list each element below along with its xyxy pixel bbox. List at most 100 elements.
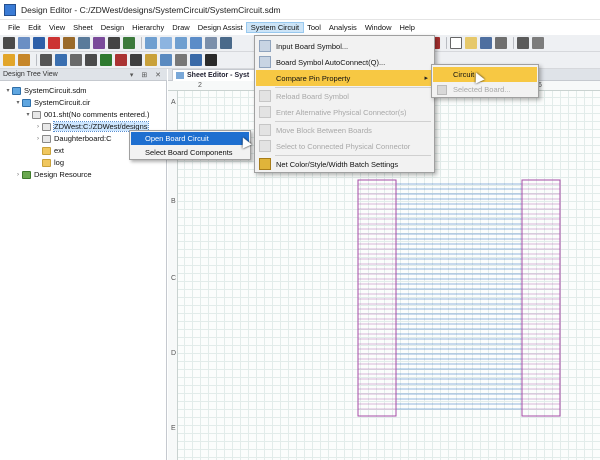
tree-node-daughterboard[interactable]: › Daughterboard:C <box>34 133 112 144</box>
board-symbols-drawing[interactable] <box>356 174 566 420</box>
system-circuit-menu: Input Board Symbol... Board Symbol AutoC… <box>254 35 435 173</box>
ground-tool-icon[interactable] <box>123 37 135 49</box>
menu-sheet[interactable]: Sheet <box>69 23 97 32</box>
menu-hierarchy[interactable]: Hierarchy <box>128 23 168 32</box>
pointer-tool-icon[interactable] <box>3 37 15 49</box>
print-icon[interactable] <box>517 37 529 49</box>
design-file-icon <box>12 86 21 95</box>
zoom-tool-icon[interactable] <box>33 37 45 49</box>
tree-node-label: SystemCircuit.cir <box>34 98 91 107</box>
folder-icon <box>42 158 51 167</box>
net-list-icon[interactable] <box>130 54 142 66</box>
submenu-arrow-icon: ▸ <box>424 75 428 82</box>
board-symbol-autoconnect-item[interactable]: Board Symbol AutoConnect(Q)... <box>256 54 433 70</box>
tree-node-label: Daughterboard:C <box>54 134 112 143</box>
submenu-item-label: Selected Board... <box>453 85 511 94</box>
circuit-file-icon <box>22 98 31 107</box>
block-icon[interactable] <box>40 54 52 66</box>
app-icon <box>4 3 16 16</box>
tree-node-label: ext <box>54 146 65 155</box>
info-icon[interactable] <box>190 54 202 66</box>
attribute-icon[interactable] <box>85 54 97 66</box>
folder-icon[interactable] <box>145 54 157 66</box>
window-icon[interactable] <box>190 37 202 49</box>
board-icon <box>42 134 51 143</box>
menu-item-label: Compare Pin Property <box>276 73 351 83</box>
row-label: D <box>171 350 177 357</box>
compare-circuit-item[interactable]: Circuit <box>433 67 537 82</box>
column-label: 2 <box>198 82 202 89</box>
pin-tool-icon[interactable] <box>108 37 120 49</box>
save-icon[interactable] <box>480 37 492 49</box>
export-icon[interactable] <box>160 54 172 66</box>
menu-draw[interactable]: Draw <box>168 23 194 32</box>
menu-window[interactable]: Window <box>361 23 396 32</box>
left-board-symbol[interactable] <box>357 179 397 417</box>
reload-board-symbol-item: Reload Board Symbol <box>256 88 433 104</box>
open-file-icon[interactable] <box>465 37 477 49</box>
library-icon[interactable] <box>18 54 30 66</box>
tree-node-cir[interactable]: ▾ SystemCircuit.cir <box>14 97 90 108</box>
preview-icon[interactable] <box>532 37 544 49</box>
expand-icon[interactable]: ▾ <box>4 87 12 94</box>
menu-item-label: Input Board Symbol... <box>276 41 349 51</box>
net-tool-icon[interactable] <box>48 37 60 49</box>
menu-view[interactable]: View <box>45 23 69 32</box>
pane-controls[interactable]: ▾ ⊞ ✕ <box>130 71 167 79</box>
menu-design-assist[interactable]: Design Assist <box>194 23 247 32</box>
layout-icon[interactable] <box>160 37 172 49</box>
move-block-item: Move Block Between Boards <box>256 122 433 138</box>
symbol-icon[interactable] <box>205 37 217 49</box>
design-tree-title: Design Tree View <box>3 71 58 78</box>
expand-icon[interactable]: › <box>14 172 22 178</box>
expand-icon[interactable]: › <box>34 136 42 142</box>
menu-bar: File Edit View Sheet Design Hierarchy Dr… <box>0 20 600 35</box>
pen-tool-icon[interactable] <box>63 37 75 49</box>
expand-icon[interactable]: ▾ <box>14 99 22 106</box>
tree-node-label: SystemCircuit.sdm <box>24 86 87 95</box>
tree-node-log[interactable]: log <box>34 157 64 168</box>
tree-node-sdm[interactable]: ▾ SystemCircuit.sdm <box>4 85 87 96</box>
bus-tool-icon[interactable] <box>78 37 90 49</box>
tree-node-ext[interactable]: ext <box>34 145 64 156</box>
property-icon[interactable] <box>70 54 82 66</box>
error-icon[interactable] <box>115 54 127 66</box>
frame-icon[interactable] <box>175 37 187 49</box>
tree-node-label: log <box>54 158 65 167</box>
check-icon[interactable] <box>100 54 112 66</box>
input-board-symbol-item[interactable]: Input Board Symbol... <box>256 38 433 54</box>
net-batch-settings-item[interactable]: Net Color/Style/Width Batch Settings <box>256 156 433 172</box>
design-tree-header: Design Tree View ▾ ⊞ ✕ <box>0 69 167 81</box>
menu-edit[interactable]: Edit <box>24 23 45 32</box>
open-board-circuit-item[interactable]: Open Board Circuit <box>131 132 249 145</box>
select-tool-icon[interactable] <box>18 37 30 49</box>
tree-node-sheet[interactable]: ▾ 001.sht(No comments entered.) <box>24 109 149 120</box>
row-label: E <box>171 425 176 432</box>
select-board-components-item[interactable]: Select Board Components <box>131 146 249 159</box>
connector-icon[interactable] <box>55 54 67 66</box>
expand-icon[interactable]: › <box>34 124 42 130</box>
sheet-icon <box>32 110 41 119</box>
right-board-symbol[interactable] <box>521 179 561 417</box>
menu-tool[interactable]: Tool <box>303 23 325 32</box>
component-icon[interactable] <box>3 54 15 66</box>
help-icon[interactable] <box>205 54 217 66</box>
menu-file[interactable]: File <box>4 23 24 32</box>
board-icon[interactable] <box>220 37 232 49</box>
menu-system-circuit[interactable]: System Circuit <box>245 22 305 33</box>
toolbar-separator <box>513 37 514 49</box>
tree-node-design-resource[interactable]: › Design Resource <box>14 169 92 180</box>
new-file-icon[interactable] <box>450 37 462 49</box>
menu-design[interactable]: Design <box>97 23 128 32</box>
grid-icon[interactable] <box>145 37 157 49</box>
compare-pin-property-item[interactable]: Compare Pin Property ▸ <box>256 70 433 86</box>
menu-analysis[interactable]: Analysis <box>325 23 361 32</box>
save-all-icon[interactable] <box>495 37 507 49</box>
label-tool-icon[interactable] <box>93 37 105 49</box>
settings-icon[interactable] <box>175 54 187 66</box>
compare-selected-board-item: Selected Board... <box>433 82 537 97</box>
menu-help[interactable]: Help <box>396 23 419 32</box>
expand-icon[interactable]: ▾ <box>24 111 32 118</box>
window-title: Design Editor - C:/ZDWest/designs/System… <box>21 4 281 15</box>
toolbar-separator <box>36 54 37 66</box>
